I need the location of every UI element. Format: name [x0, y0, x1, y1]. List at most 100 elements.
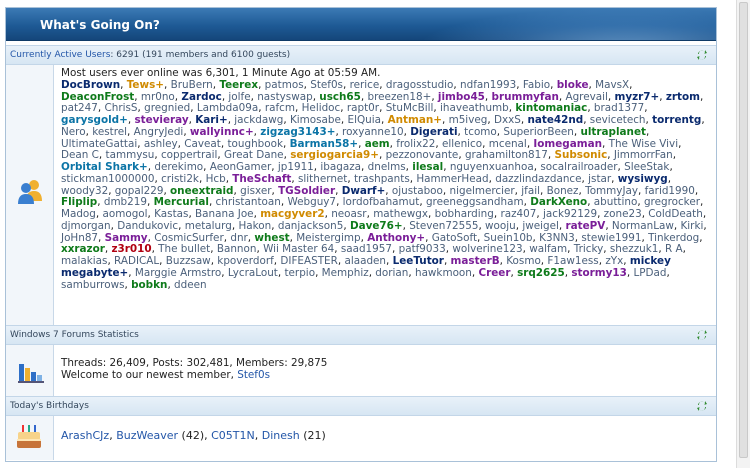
active-user-link[interactable]: Kimosabe [290, 114, 341, 126]
active-user-link[interactable]: patf9033 [399, 243, 446, 255]
active-user-link[interactable]: RADICAL [114, 255, 159, 267]
active-user-link[interactable]: TheSchaft [232, 173, 291, 185]
active-user-link[interactable]: Zardoc [181, 91, 221, 103]
active-user-link[interactable]: Steven72555 [409, 220, 478, 232]
active-user-link[interactable]: srq2625 [517, 267, 565, 279]
active-user-link[interactable]: Caveat [184, 138, 221, 150]
active-user-link[interactable]: zrtom [666, 91, 700, 103]
active-user-link[interactable]: The Wise Vivi [609, 138, 678, 150]
active-user-link[interactable]: christantoan [216, 196, 281, 208]
active-user-link[interactable]: slithernet [298, 173, 347, 185]
active-user-link[interactable]: StuMcBill [386, 102, 434, 114]
active-user-link[interactable]: trashpants [354, 173, 410, 185]
active-user-link[interactable]: shezzuk1 [610, 243, 659, 255]
active-user-link[interactable]: Marggie Armstro [135, 267, 221, 279]
active-user-link[interactable]: alaaden [344, 255, 386, 267]
active-user-link[interactable]: Kari+ [195, 114, 227, 126]
active-user-link[interactable]: mcenal [489, 138, 527, 150]
active-user-link[interactable]: Helidoc [302, 102, 341, 114]
active-user-link[interactable]: ElQuia [348, 114, 381, 126]
active-user-link[interactable]: UltimateGattai [61, 138, 137, 150]
active-user-link[interactable]: Madog [61, 208, 96, 220]
active-user-link[interactable]: oneextraid [170, 185, 233, 197]
active-user-link[interactable]: patmos [265, 79, 304, 91]
active-user-link[interactable]: malakias [61, 255, 107, 267]
active-user-link[interactable]: Sammy [105, 232, 148, 244]
active-user-link[interactable]: dnelms [368, 161, 406, 173]
active-user-link[interactable]: torrentg [652, 114, 701, 126]
birthday-member-link[interactable]: ArashCJz [61, 429, 109, 442]
active-user-link[interactable]: tcomo [464, 126, 497, 138]
active-user-link[interactable]: dragosstudio [386, 79, 454, 91]
active-user-link[interactable]: walfam [529, 243, 567, 255]
active-user-link[interactable]: mr0no [141, 91, 175, 103]
active-user-link[interactable]: abuttino [594, 196, 638, 208]
active-user-link[interactable]: ndfan1993 [460, 79, 516, 91]
collapse-icon[interactable] [696, 400, 708, 412]
active-user-link[interactable]: bloke [557, 79, 589, 91]
active-user-link[interactable]: zone23 [604, 208, 642, 220]
active-user-link[interactable]: hawkmoon [415, 267, 472, 279]
active-user-link[interactable]: rafcm [265, 102, 295, 114]
active-user-link[interactable]: R A [665, 243, 683, 255]
active-user-link[interactable]: Orbital Shark+ [61, 161, 148, 173]
active-user-link[interactable]: pat247 [61, 102, 98, 114]
active-user-link[interactable]: mathewgx [373, 208, 428, 220]
birthday-member-link[interactable]: C05T1N [211, 429, 255, 442]
active-user-link[interactable]: CosmicSurfer [154, 232, 224, 244]
active-user-link[interactable]: ratePV [566, 220, 606, 232]
active-user-link[interactable]: toughbook [227, 138, 283, 150]
active-users-link[interactable]: Currently Active Users [10, 50, 110, 60]
active-user-link[interactable]: Subsonic [554, 149, 607, 161]
active-user-link[interactable]: Kirki [680, 220, 703, 232]
active-user-link[interactable]: xxrazor [61, 243, 105, 255]
active-user-link[interactable]: masterB [451, 255, 500, 267]
active-user-link[interactable]: danjackson5 [278, 220, 344, 232]
active-user-link[interactable]: Great Dane [224, 149, 284, 161]
active-user-link[interactable]: DIFEASTER [280, 255, 337, 267]
active-user-link[interactable]: aem [365, 138, 390, 150]
active-user-link[interactable]: pezzonovante [386, 149, 459, 161]
active-user-link[interactable]: gregrocker [644, 196, 700, 208]
active-user-link[interactable]: socalrailroader [540, 161, 617, 173]
active-user-link[interactable]: Fabio [523, 79, 550, 91]
active-user-link[interactable]: Fliplip [61, 196, 97, 208]
active-user-link[interactable]: stickman1000000 [61, 173, 154, 185]
active-user-link[interactable]: Buzzsaw [166, 255, 211, 267]
active-user-link[interactable]: myzr7+ [615, 91, 660, 103]
active-user-link[interactable]: ColdDeath [648, 208, 703, 220]
active-user-link[interactable]: garysgold+ [61, 114, 128, 126]
active-user-link[interactable]: AeonGamer [210, 161, 271, 173]
active-user-link[interactable]: Dean C [61, 149, 99, 161]
active-user-link[interactable]: Dwarf+ [342, 185, 386, 197]
active-user-link[interactable]: sevicetech [590, 114, 646, 126]
active-user-link[interactable]: Anthony+ [367, 232, 425, 244]
active-user-link[interactable]: Teerex [219, 79, 258, 91]
active-user-link[interactable]: ihaveathumb [440, 102, 509, 114]
active-user-link[interactable]: nguyenxuanhoa [450, 161, 534, 173]
active-user-link[interactable]: jolfe [228, 91, 250, 103]
active-user-link[interactable]: frolix22 [396, 138, 435, 150]
active-user-link[interactable]: jack92129 [543, 208, 597, 220]
active-user-link[interactable]: dazzlindazdance [495, 173, 581, 185]
active-user-link[interactable]: wooju [485, 220, 516, 232]
active-user-link[interactable]: ojustaboo [392, 185, 443, 197]
active-user-link[interactable]: jimbo45 [438, 91, 485, 103]
active-user-link[interactable]: z3r010 [111, 243, 151, 255]
collapse-icon[interactable] [696, 49, 708, 61]
active-user-link[interactable]: AngryJedi [134, 126, 184, 138]
active-user-link[interactable]: aomogol [103, 208, 148, 220]
active-user-link[interactable]: cristi2k [161, 173, 199, 185]
active-user-link[interactable]: jackdawg [234, 114, 283, 126]
active-user-link[interactable]: Antman+ [388, 114, 442, 126]
active-user-link[interactable]: LPDad [633, 267, 666, 279]
active-user-link[interactable]: Hakon [238, 220, 271, 232]
active-user-link[interactable]: jfail [521, 185, 540, 197]
active-user-link[interactable]: ellenico [442, 138, 482, 150]
active-user-link[interactable]: Dave76+ [350, 220, 403, 232]
active-user-link[interactable]: LeeTutor [393, 255, 444, 267]
active-user-link[interactable]: woody32 [61, 185, 108, 197]
birthday-member-link[interactable]: BuzWeaver [116, 429, 178, 442]
active-user-link[interactable]: Kosmo [506, 255, 541, 267]
active-user-link[interactable]: MavsX [595, 79, 629, 91]
